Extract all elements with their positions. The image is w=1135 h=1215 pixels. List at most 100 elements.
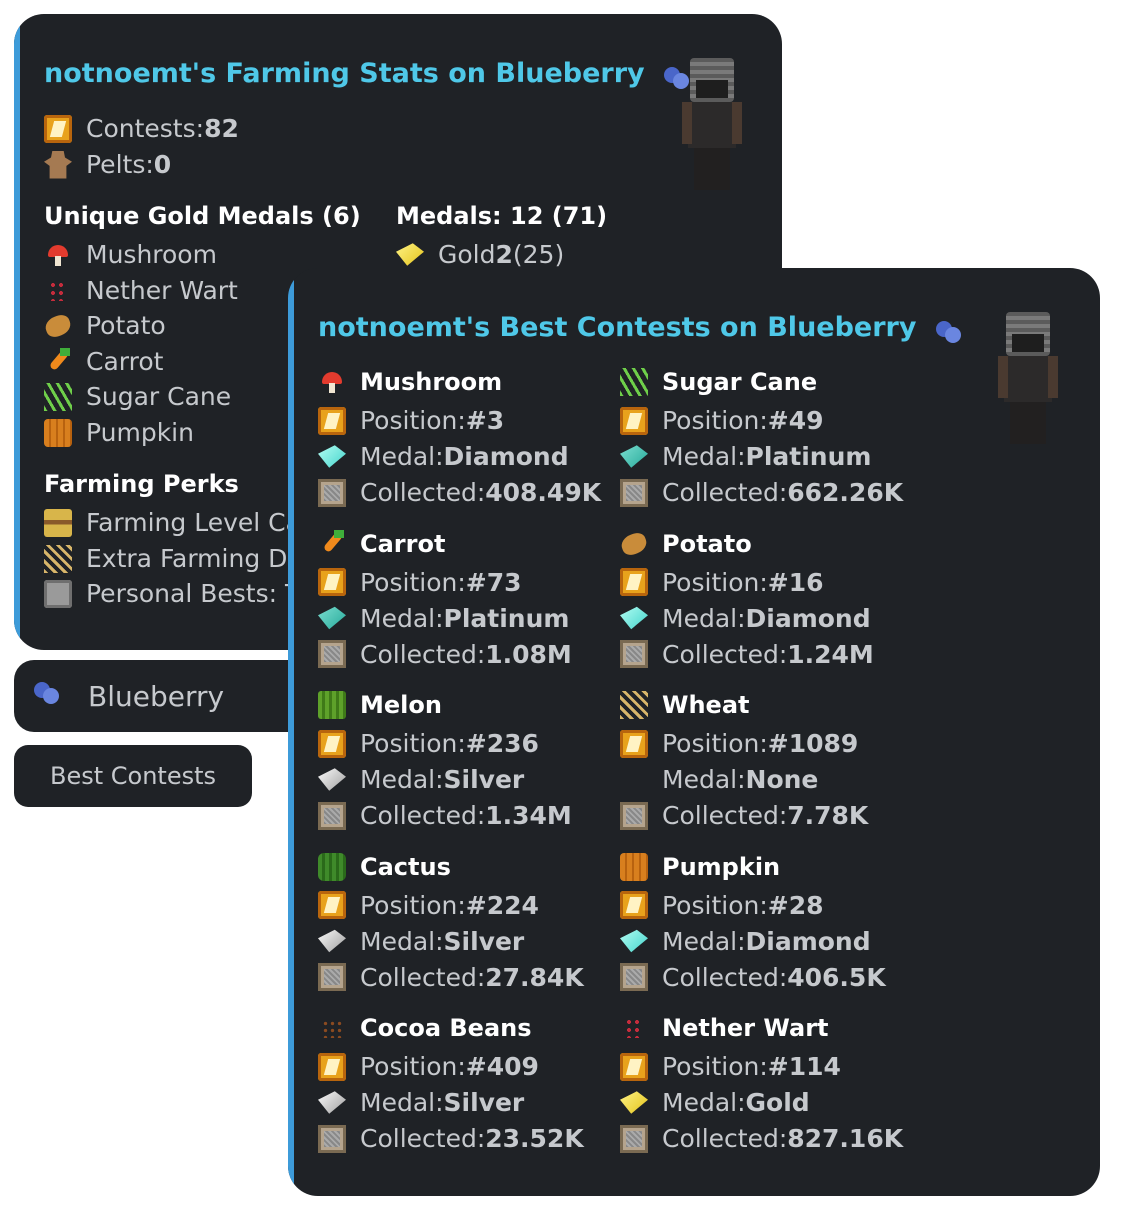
crop-name: Cactus: [360, 852, 451, 881]
unique-medals-heading: Unique Gold Medals (6): [44, 202, 361, 230]
list-item: Nether Wart: [44, 276, 238, 305]
carrot-icon: [318, 529, 346, 558]
medals-heading: Medals: 12 (71): [396, 202, 608, 230]
contest-medal: Medal: Platinum: [620, 442, 871, 471]
ticket-icon: [44, 114, 72, 143]
contest-medal: Medal: Diamond: [620, 927, 871, 956]
item-frame-icon: [318, 1124, 346, 1153]
contest-position: Position: #409: [318, 1052, 539, 1081]
contest-collected: Collected: 23.52K: [318, 1124, 584, 1153]
contest-position: Position: #3: [318, 406, 504, 435]
ticket-icon: [620, 568, 648, 596]
contest-crop-heading: Nether Wart: [620, 1014, 829, 1042]
player-skin-avatar: [998, 312, 1058, 444]
player-skin-avatar: [682, 58, 742, 190]
ticket-icon: [620, 406, 648, 435]
potato-icon: [618, 529, 650, 558]
contest-position: Position: #73: [318, 568, 522, 597]
contest-collected: Collected: 1.24M: [620, 640, 874, 669]
silver-medal-icon: [318, 929, 346, 953]
contest-position: Position: #114: [620, 1052, 841, 1081]
list-item: Personal Bests: T: [44, 579, 300, 608]
farming-perks-heading: Farming Perks: [44, 470, 239, 498]
ticket-icon: [620, 729, 648, 758]
contest-collected: Collected: 7.78K: [620, 801, 868, 830]
contest-crop-heading: Sugar Cane: [620, 368, 817, 396]
crop-name: Carrot: [360, 529, 446, 558]
blueberry-icon: [934, 315, 962, 343]
list-item: Sugar Cane: [44, 382, 231, 411]
wheat-icon: [44, 544, 72, 573]
diamond-medal-icon: [620, 929, 648, 953]
contest-medal: Medal: Silver: [318, 765, 524, 794]
contest-collected: Collected: 27.84K: [318, 963, 584, 992]
contest-collected: Collected: 827.16K: [620, 1124, 903, 1153]
contest-collected: Collected: 662.26K: [620, 478, 903, 507]
wheat-icon: [620, 691, 648, 719]
pelt-icon: [44, 150, 72, 179]
pumpkin-icon: [620, 852, 648, 881]
cocoa-icon: [318, 1014, 346, 1042]
pumpkin-icon: [44, 418, 72, 447]
item-frame-icon: [318, 963, 346, 991]
contest-crop-heading: Melon: [318, 691, 442, 719]
best-contests-button[interactable]: Best Contests: [14, 745, 252, 807]
crop-name: Wheat: [662, 691, 750, 719]
contest-collected: Collected: 1.34M: [318, 801, 572, 830]
contest-crop-heading: Potato: [618, 529, 752, 558]
contest-position: Position: #49: [620, 406, 824, 435]
ticket-icon: [318, 568, 346, 596]
contest-position: Position: #236: [318, 729, 539, 758]
item-frame-icon: [318, 478, 346, 507]
contest-crop-heading: Cactus: [318, 852, 451, 881]
item-frame-icon: [620, 640, 648, 668]
contest-medal: Medal: Silver: [318, 1088, 524, 1117]
profile-button-label: Blueberry: [88, 679, 225, 713]
contest-position: Position: #1089: [620, 729, 858, 758]
platinum-medal-icon: [620, 445, 648, 468]
diamond-medal-icon: [318, 445, 346, 468]
contest-position: Position: #224: [318, 891, 539, 920]
ticket-icon: [620, 1052, 648, 1081]
list-item: Mushroom: [44, 240, 217, 269]
cactus-icon: [318, 852, 346, 881]
crop-name: Potato: [662, 529, 752, 558]
list-item: Potato: [42, 311, 166, 340]
ticket-icon: [620, 891, 648, 919]
best-contests-card: notnoemt's Best Contests on Blueberry Mu…: [288, 268, 1100, 1196]
ticket-icon: [318, 891, 346, 919]
carrot-icon: [44, 347, 72, 376]
nether-wart-icon: [620, 1014, 648, 1042]
contest-collected: Collected: 406.5K: [620, 963, 886, 992]
crop-name: Cocoa Beans: [360, 1014, 532, 1042]
item-frame-icon: [318, 801, 346, 830]
list-item: Carrot: [44, 347, 163, 376]
item-frame-icon: [620, 801, 648, 830]
contest-crop-heading: Wheat: [620, 691, 750, 719]
contest-medal: Medal: Silver: [318, 927, 524, 956]
melon-icon: [318, 691, 346, 719]
item-frame-icon: [620, 963, 648, 991]
item-frame-icon: [620, 1124, 648, 1153]
crop-name: Sugar Cane: [662, 368, 818, 396]
silver-medal-icon: [318, 1091, 346, 1114]
none-medal-icon: [620, 766, 648, 794]
contest-medal: Medal: Platinum: [318, 604, 569, 633]
contest-crop-heading: Carrot: [318, 529, 446, 558]
item-frame-icon: [620, 478, 648, 507]
hay-bale-icon: [44, 508, 72, 537]
crop-name: Melon: [360, 691, 442, 719]
contest-position: Position: #28: [620, 891, 824, 920]
pelts-stat: Pelts: 0: [44, 150, 171, 179]
profile-select-button[interactable]: Blueberry: [14, 660, 314, 732]
contests-stat: Contests: 82: [44, 114, 239, 143]
list-item: Pumpkin: [44, 418, 194, 447]
silver-medal-icon: [318, 768, 346, 791]
contest-crop-heading: Mushroom: [318, 368, 502, 396]
crop-name: Nether Wart: [662, 1014, 829, 1042]
sugar-cane-icon: [620, 368, 648, 396]
potato-icon: [42, 311, 74, 340]
platinum-medal-icon: [318, 606, 346, 630]
blueberry-icon: [32, 676, 72, 716]
crop-name: Mushroom: [360, 368, 503, 396]
